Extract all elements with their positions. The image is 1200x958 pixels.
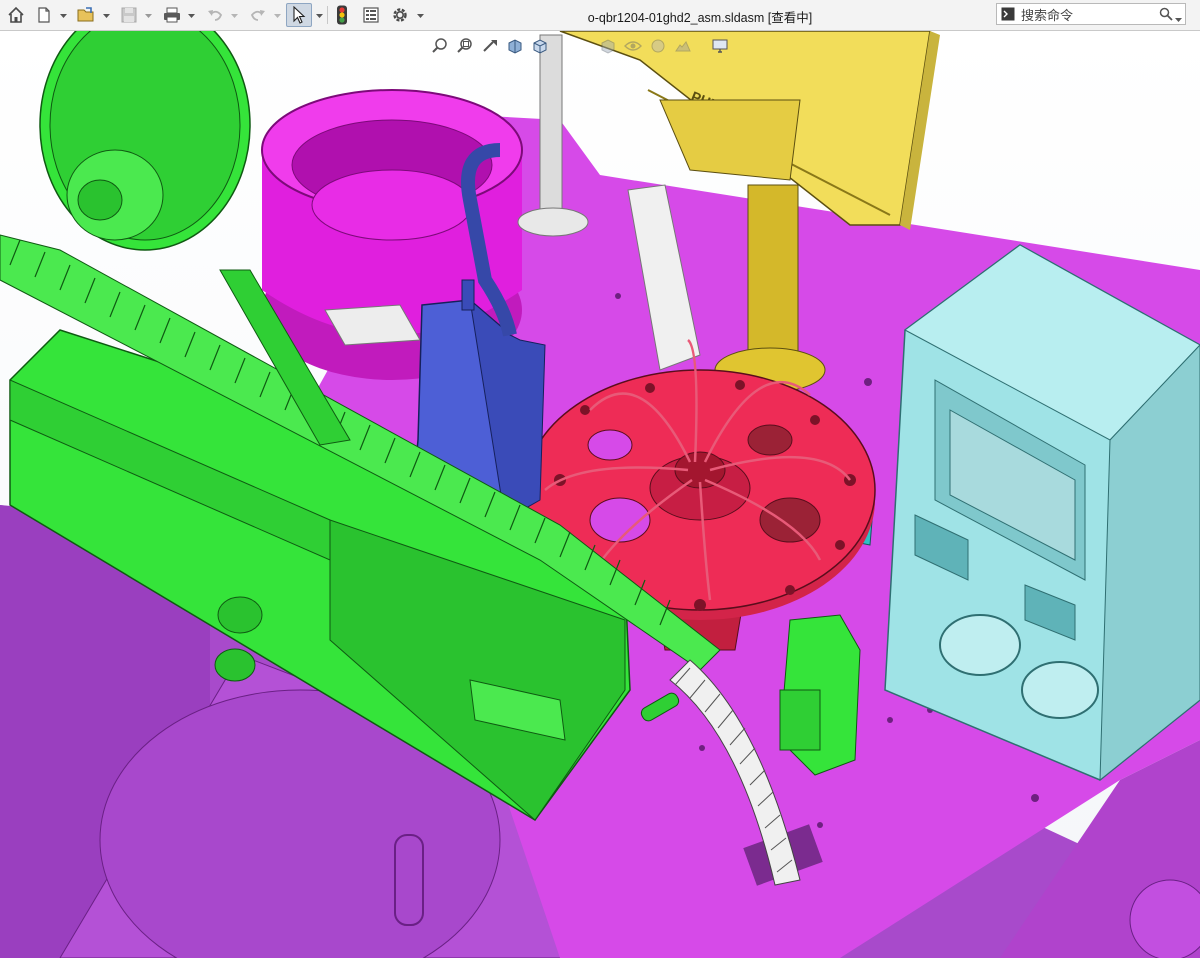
chevron-down-icon (416, 6, 424, 24)
edit-appearance-button[interactable] (646, 35, 670, 61)
search-commands-box[interactable] (996, 3, 1186, 25)
title-command-bar: o-qbr1204-01ghd2_asm.sldasm [查看中] (0, 0, 1200, 31)
toolbar-separator (327, 6, 328, 24)
options-dropdown[interactable] (415, 3, 425, 27)
redo-button[interactable] (246, 3, 270, 27)
command-prompt-icon (1001, 7, 1015, 26)
magnifier-icon[interactable] (1159, 7, 1173, 26)
open-dropdown[interactable] (101, 3, 111, 27)
new-document-dropdown[interactable] (58, 3, 68, 27)
new-document-button[interactable] (32, 3, 56, 27)
appearance-sphere-icon (649, 37, 667, 60)
undo-button[interactable] (203, 3, 227, 27)
chevron-down-icon (102, 6, 110, 24)
view-orientation-button[interactable] (528, 35, 552, 61)
zoom-to-fit-button[interactable] (428, 35, 452, 61)
control-box (884, 244, 1200, 782)
monitor-icon (711, 37, 729, 60)
chevron-down-icon (230, 6, 238, 24)
file-properties-icon (362, 6, 380, 24)
chevron-down-icon (315, 6, 323, 24)
open-folder-icon (76, 6, 96, 24)
save-dropdown[interactable] (143, 3, 153, 27)
previous-view-button[interactable] (478, 35, 502, 61)
file-properties-button[interactable] (359, 3, 383, 27)
select-button[interactable] (286, 3, 312, 27)
save-icon (120, 6, 138, 24)
chevron-down-icon (187, 6, 195, 24)
view-orientation-cube-icon (531, 37, 549, 60)
redo-dropdown[interactable] (272, 3, 282, 27)
undo-dropdown[interactable] (229, 3, 239, 27)
display-style-icon (599, 37, 617, 60)
assembly-model-render[interactable]: PHILIPS (0, 31, 1200, 958)
home-button[interactable] (4, 3, 28, 27)
zoom-to-area-button[interactable] (453, 35, 477, 61)
display-style-button[interactable] (596, 35, 620, 61)
section-view-button[interactable] (503, 35, 527, 61)
chevron-down-icon (273, 6, 281, 24)
scene-icon (674, 37, 692, 60)
cursor-arrow-icon (291, 6, 307, 24)
search-input[interactable] (1019, 5, 1153, 25)
previous-view-icon (481, 37, 499, 60)
options-button[interactable] (388, 3, 412, 27)
print-dropdown[interactable] (186, 3, 196, 27)
open-button[interactable] (74, 3, 98, 27)
chevron-down-icon (144, 6, 152, 24)
zoom-to-area-icon (456, 37, 474, 60)
new-document-icon (35, 6, 53, 24)
redo-icon (249, 6, 267, 24)
chevron-down-icon (59, 6, 67, 24)
home-icon (7, 6, 25, 24)
graphics-area[interactable]: PHILIPS (0, 31, 1200, 958)
gear-icon (391, 6, 409, 24)
view-settings-button[interactable] (708, 35, 732, 61)
zoom-to-fit-icon (431, 37, 449, 60)
hide-show-eye-icon (624, 37, 642, 60)
search-options-dropdown[interactable] (1175, 10, 1182, 28)
apply-scene-button[interactable] (671, 35, 695, 61)
traffic-light-icon (336, 5, 348, 25)
document-title: o-qbr1204-01ghd2_asm.sldasm [查看中] (587, 11, 813, 25)
rebuild-button[interactable] (330, 3, 354, 27)
undo-icon (206, 6, 224, 24)
select-dropdown[interactable] (314, 3, 324, 27)
print-icon (162, 6, 182, 24)
save-button[interactable] (117, 3, 141, 27)
hide-show-items-button[interactable] (621, 35, 645, 61)
print-button[interactable] (160, 3, 184, 27)
section-view-icon (506, 37, 524, 60)
